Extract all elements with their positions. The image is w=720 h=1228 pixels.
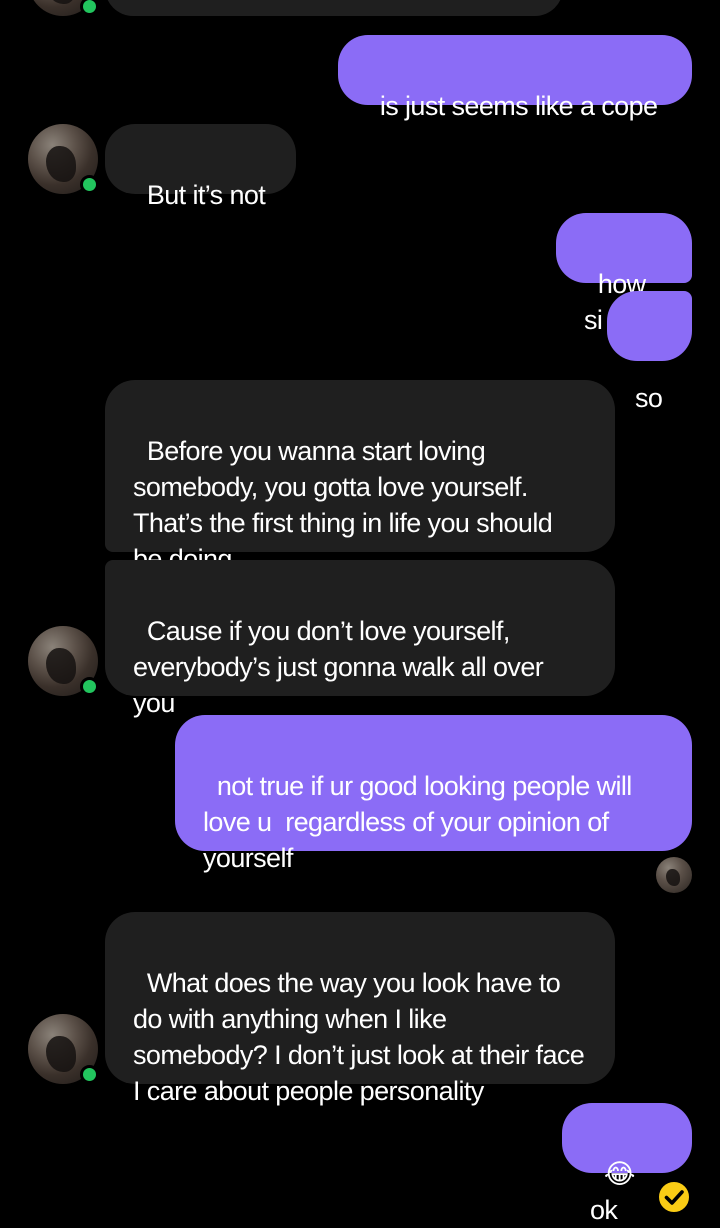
- online-indicator-icon: [80, 1065, 99, 1084]
- contact-avatar-top[interactable]: [28, 0, 99, 16]
- online-indicator-icon: [80, 677, 99, 696]
- contact-avatar[interactable]: [28, 626, 99, 696]
- message-text: But it’s not: [146, 180, 266, 210]
- contact-avatar[interactable]: [28, 124, 99, 194]
- message-bubble-incoming[interactable]: Before you wanna start loving somebody, …: [105, 380, 615, 574]
- message-text: not true if ur good looking people will …: [203, 771, 639, 873]
- message-text: What does the way you look have to do wi…: [133, 968, 592, 1106]
- message-bubble-outgoing[interactable]: is just seems like a cope: [338, 35, 692, 121]
- message-text: Before you wanna start loving somebody, …: [133, 436, 560, 574]
- message-text: Cause if you don’t love yourself, everyb…: [133, 616, 551, 718]
- contact-avatar[interactable]: [28, 1014, 99, 1084]
- online-indicator-icon: [80, 0, 99, 16]
- message-bubble-outgoing[interactable]: 😂 ok: [562, 1103, 692, 1225]
- message-bubble-outgoing[interactable]: how si: [556, 213, 692, 335]
- message-text: so: [635, 383, 663, 413]
- message-bubble-outgoing[interactable]: so: [607, 291, 692, 413]
- check-circle-icon: [658, 1181, 690, 1213]
- message-bubble-cutoff: [105, 0, 563, 16]
- message-text: 😂 ok: [590, 1159, 642, 1225]
- message-bubble-outgoing[interactable]: not true if ur good looking people will …: [175, 715, 692, 873]
- message-bubble-incoming[interactable]: What does the way you look have to do wi…: [105, 912, 615, 1106]
- message-bubble-incoming[interactable]: But it’s not: [105, 124, 296, 210]
- online-indicator-icon: [80, 175, 99, 194]
- message-bubble-incoming[interactable]: Cause if you don’t love yourself, everyb…: [105, 560, 615, 718]
- read-receipt-avatar: [656, 857, 692, 893]
- message-text: is just seems like a cope: [379, 91, 658, 121]
